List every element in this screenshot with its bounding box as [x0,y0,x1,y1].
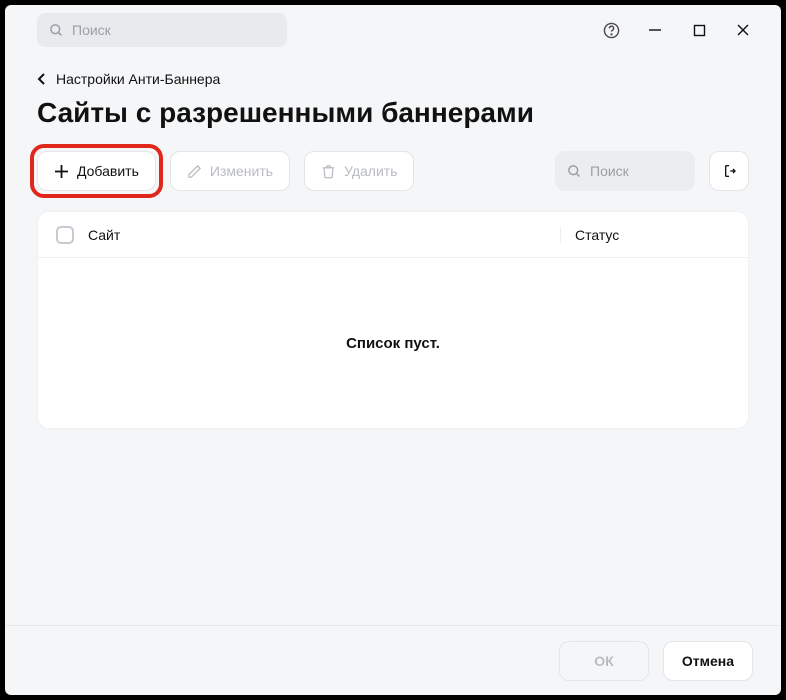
delete-button[interactable]: Удалить [304,151,414,191]
cancel-button-label: Отмена [682,653,734,669]
settings-window: Поиск Настройки Анти-Баннера Сайты с раз… [5,5,781,695]
titlebar: Поиск [5,5,781,55]
toolbar: Добавить Изменить Удалить Поиск [37,151,749,191]
breadcrumb[interactable]: Настройки Анти-Баннера [37,71,749,87]
content-area: Настройки Анти-Баннера Сайты с разрешенн… [5,55,781,625]
edit-button[interactable]: Изменить [170,151,290,191]
page-title: Сайты с разрешенными баннерами [37,97,749,129]
export-button[interactable] [709,151,749,191]
add-button-label: Добавить [77,163,139,179]
search-icon [567,164,582,179]
empty-text: Список пуст. [346,335,440,352]
maximize-button[interactable] [677,8,721,52]
breadcrumb-text: Настройки Анти-Баннера [56,71,220,87]
table-header-row: Сайт Статус [38,212,748,258]
edit-button-label: Изменить [210,163,273,179]
table-search-input[interactable]: Поиск [555,151,695,191]
search-icon [49,23,64,38]
global-search-input[interactable]: Поиск [37,13,287,47]
close-icon [736,23,750,37]
maximize-icon [693,24,706,37]
table-empty-state: Список пуст. [38,258,748,428]
add-button[interactable]: Добавить [37,151,156,191]
help-icon [603,22,620,39]
column-header-status[interactable]: Статус [560,227,730,243]
pencil-icon [187,164,202,179]
trash-icon [321,164,336,179]
select-all-checkbox[interactable] [56,226,74,244]
help-button[interactable] [589,8,633,52]
cancel-button[interactable]: Отмена [663,641,753,681]
column-header-site[interactable]: Сайт [88,227,560,243]
chevron-left-icon [37,72,46,86]
ok-button[interactable]: ОК [559,641,649,681]
minimize-button[interactable] [633,8,677,52]
global-search-placeholder: Поиск [72,22,111,38]
dialog-footer: ОК Отмена [5,625,781,695]
sites-table: Сайт Статус Список пуст. [37,211,749,429]
minimize-icon [648,23,662,37]
table-search-placeholder: Поиск [590,163,629,179]
ok-button-label: ОК [594,653,613,669]
export-icon [721,163,737,179]
plus-icon [54,164,69,179]
delete-button-label: Удалить [344,163,397,179]
close-button[interactable] [721,8,765,52]
